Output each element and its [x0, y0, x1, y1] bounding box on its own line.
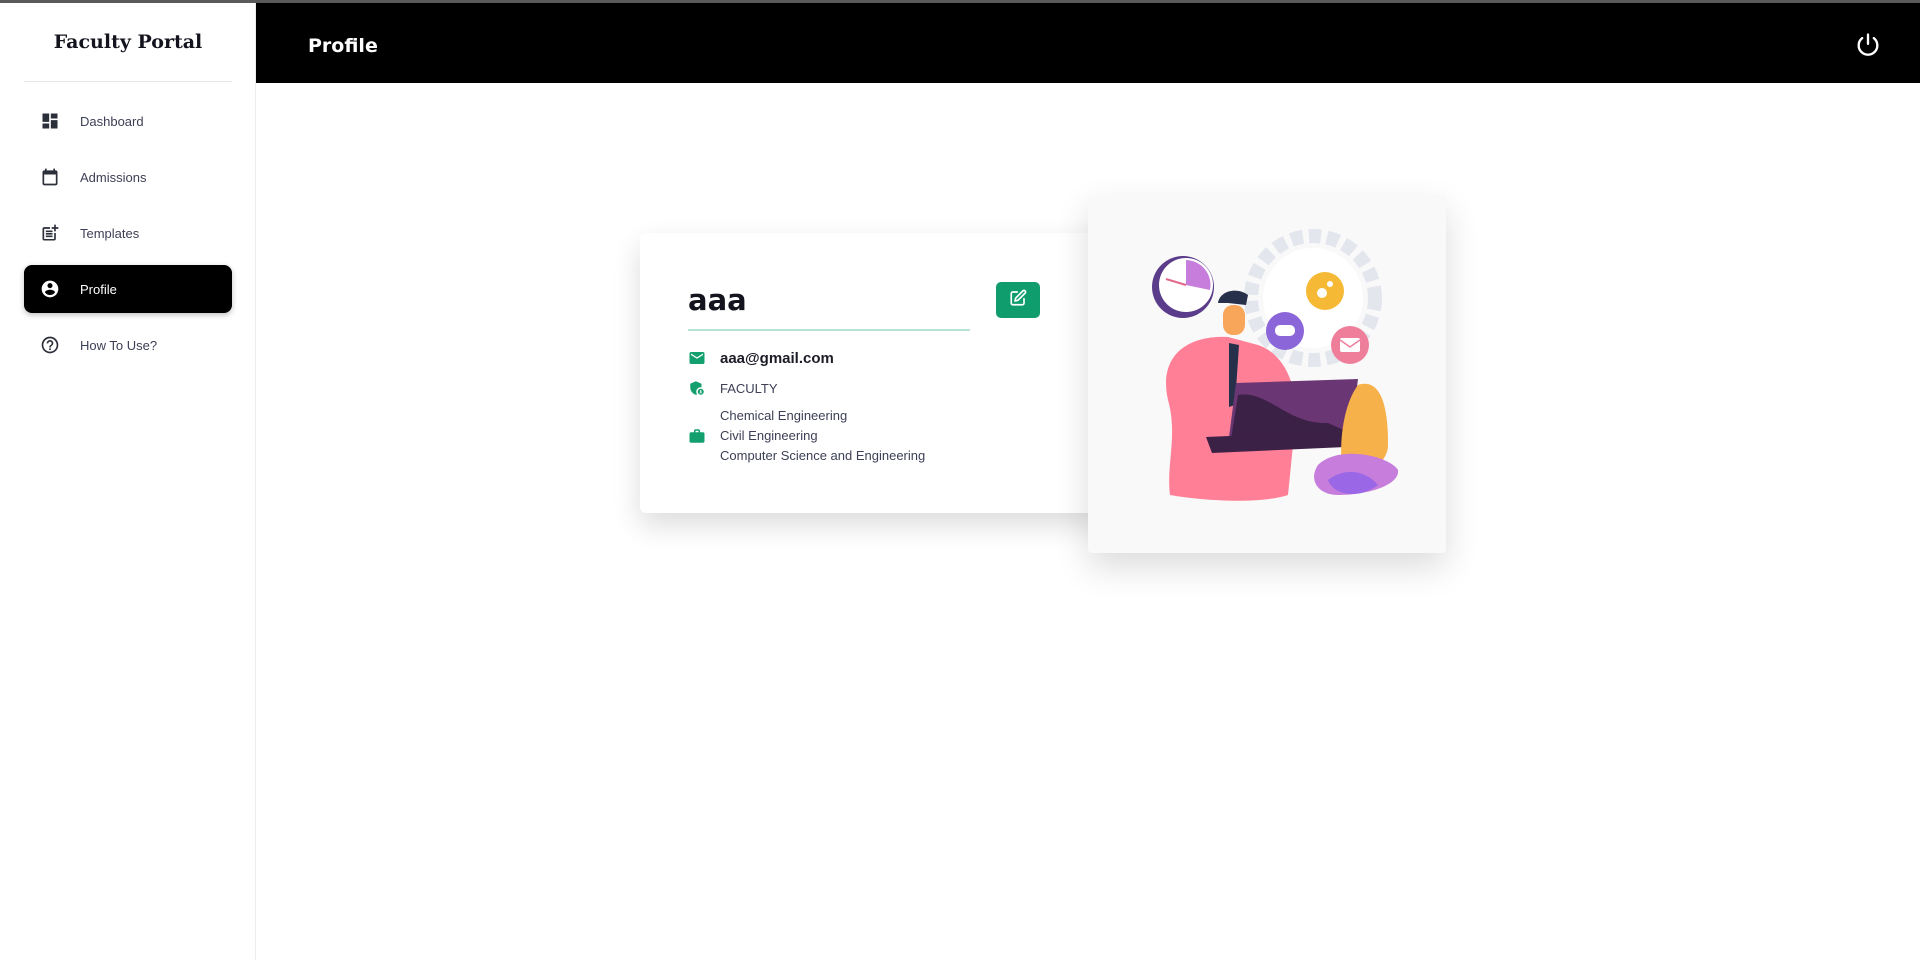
post-add-icon — [40, 223, 60, 243]
departments-list: Chemical Engineering Civil Engineering C… — [720, 406, 925, 466]
sidebar-item-profile[interactable]: Profile — [24, 265, 232, 313]
profile-role: FACULTY — [720, 380, 778, 396]
power-icon[interactable] — [1854, 31, 1882, 59]
app-title: Faculty Portal — [53, 31, 203, 53]
admin-shield-icon — [688, 379, 706, 397]
email-row: aaa@gmail.com — [688, 349, 834, 367]
sidebar-item-how-to-use[interactable]: How To Use? — [24, 321, 232, 369]
sidebar-item-dashboard[interactable]: Dashboard — [24, 97, 232, 145]
department-item: Civil Engineering — [720, 428, 818, 443]
dashboard-icon — [40, 111, 60, 131]
mail-icon — [688, 349, 706, 367]
sidebar-item-templates[interactable]: Templates — [24, 209, 232, 257]
profile-name: aaa — [688, 283, 747, 317]
sidebar-item-label: Admissions — [80, 169, 147, 185]
departments-row: Chemical Engineering Civil Engineering C… — [688, 406, 925, 466]
edit-profile-button[interactable] — [996, 282, 1040, 318]
account-circle-icon — [40, 279, 60, 299]
sidebar-item-admissions[interactable]: Admissions — [24, 153, 232, 201]
help-icon — [40, 335, 60, 355]
profile-card: aaa aaa@gmail.com FACULTY Chemical Engin… — [640, 233, 1105, 513]
sidebar-divider — [24, 81, 232, 82]
sidebar-item-label: Profile — [80, 281, 117, 297]
sidebar-item-label: Templates — [80, 225, 140, 241]
page-title: Profile — [308, 35, 378, 57]
calendar-icon — [40, 167, 60, 187]
sidebar-item-label: Dashboard — [80, 113, 144, 129]
sidebar-item-label: How To Use? — [80, 337, 158, 353]
profile-illustration-card — [1088, 195, 1446, 553]
name-underline — [688, 329, 970, 331]
sidebar-nav: Dashboard Admissions Templates Profile H… — [24, 97, 232, 377]
department-item: Chemical Engineering — [720, 408, 848, 423]
sidebar: Faculty Portal Dashboard Admissions Temp… — [0, 3, 256, 960]
top-bar: Profile — [256, 3, 1920, 83]
person-with-laptop-illustration — [1152, 229, 1399, 501]
role-row: FACULTY — [688, 379, 778, 397]
edit-icon — [1009, 289, 1027, 312]
profile-email: aaa@gmail.com — [720, 349, 834, 367]
briefcase-icon — [688, 427, 706, 445]
department-item: Computer Science and Engineering — [720, 448, 926, 463]
